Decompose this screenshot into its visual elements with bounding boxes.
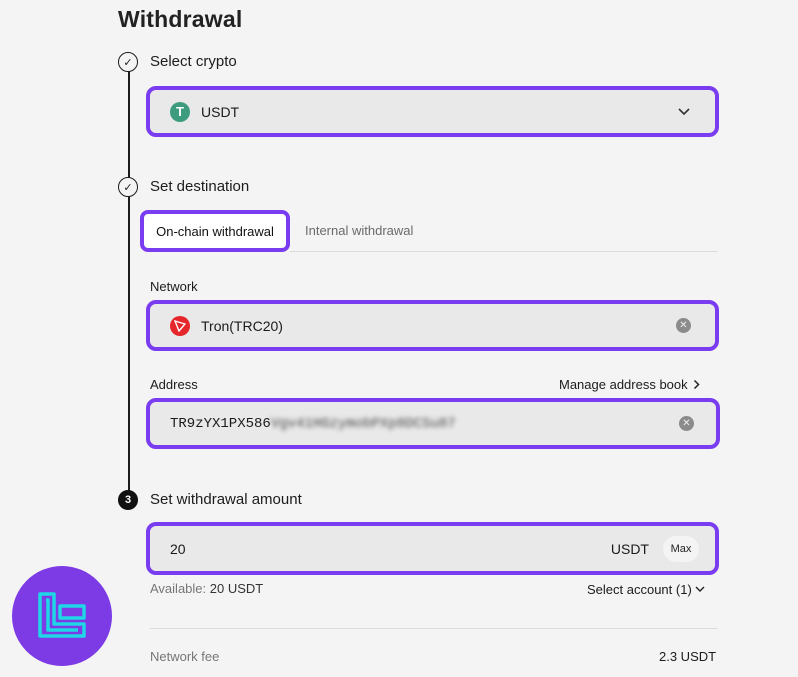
network-label: Network <box>150 279 198 294</box>
chevron-down-icon <box>678 108 690 116</box>
manage-address-book-link[interactable]: Manage address book <box>559 377 700 392</box>
network-value: Tron(TRC20) <box>201 317 283 334</box>
amount-unit: USDT <box>610 540 649 557</box>
max-button[interactable]: Max <box>663 535 699 562</box>
manage-address-book-label: Manage address book <box>559 377 688 392</box>
chevron-right-icon <box>693 379 700 390</box>
address-value: TR9zYX1PX586Vgv41HGzymobPXp8DCSu87 <box>170 416 456 432</box>
address-input[interactable]: TR9zYX1PX586Vgv41HGzymobPXp8DCSu87 ✕ <box>146 398 720 449</box>
clear-icon[interactable]: ✕ <box>676 318 691 333</box>
address-label: Address <box>150 377 198 392</box>
tab-on-chain-withdrawal[interactable]: On-chain withdrawal <box>140 210 290 252</box>
fee-divider <box>150 628 718 629</box>
tether-icon: T <box>170 101 190 122</box>
clear-icon[interactable]: ✕ <box>679 416 694 431</box>
network-fee-value: 2.3 USDT <box>659 649 717 664</box>
brand-logo <box>12 566 112 666</box>
tron-icon <box>170 315 190 336</box>
crypto-select-value: USDT <box>201 103 240 120</box>
available-balance: Available: 20 USDT <box>150 581 263 596</box>
amount-input[interactable]: 20 USDT Max <box>146 522 719 575</box>
crypto-select[interactable]: T USDT <box>146 86 719 137</box>
tab-internal-withdrawal[interactable]: Internal withdrawal <box>305 223 413 238</box>
available-value: 20 USDT <box>209 581 264 596</box>
select-account-dropdown[interactable]: Select account (1) <box>587 582 705 597</box>
step-1-label: Select crypto <box>150 53 237 70</box>
network-select[interactable]: Tron(TRC20) ✕ <box>146 300 719 351</box>
select-account-label: Select account (1) <box>587 582 692 597</box>
step-2-check-icon: ✓ <box>118 177 138 197</box>
network-fee-label: Network fee <box>150 649 220 664</box>
page-title: Withdrawal <box>118 6 243 32</box>
step-3-number: 3 <box>118 490 138 510</box>
chevron-down-icon <box>695 586 705 592</box>
step-timeline <box>128 70 130 492</box>
address-blurred-part: Vgv41HGzymobPXp8DCSu87 <box>270 415 456 432</box>
step-3-label: Set withdrawal amount <box>150 491 302 508</box>
step-1-check-icon: ✓ <box>118 52 138 72</box>
available-label: Available: <box>150 581 207 596</box>
address-visible-part: TR9zYX1PX586 <box>170 415 271 432</box>
step-2-label: Set destination <box>150 178 250 195</box>
tab-divider <box>290 251 718 252</box>
brand-logo-mark <box>38 592 86 638</box>
amount-value: 20 <box>170 540 186 557</box>
